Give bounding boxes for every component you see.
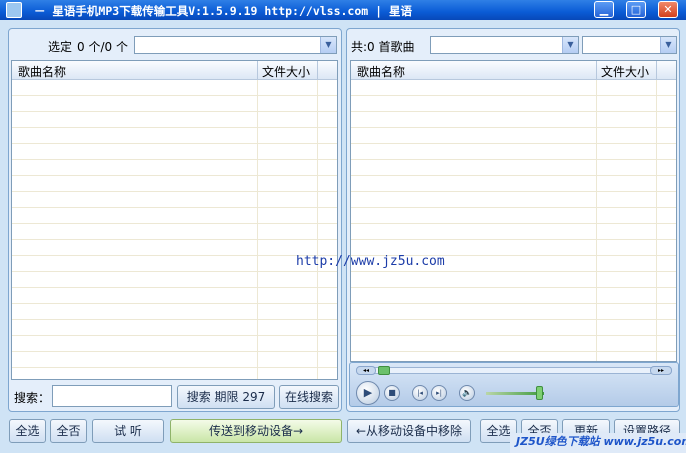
close-button[interactable]: ✕ bbox=[658, 1, 678, 18]
previous-track-icon[interactable]: |◂ bbox=[412, 385, 428, 401]
maximize-button[interactable]: □ bbox=[626, 1, 646, 18]
left-filter-dropdown[interactable]: ▼ bbox=[134, 36, 337, 54]
search-button[interactable]: 搜索 期限 297 bbox=[177, 385, 275, 409]
device-total-label: 共:0 首歌曲 bbox=[351, 40, 415, 54]
fast-forward-icon[interactable]: ▸▸ bbox=[650, 366, 672, 375]
device-list-rows[interactable] bbox=[351, 80, 676, 361]
select-none-button[interactable]: 全否 bbox=[50, 419, 87, 443]
device-list-header: 歌曲名称 文件大小 bbox=[351, 61, 676, 80]
media-player: ◂◂ ▸▸ ▶ ■ |◂ ▸| 🔈 bbox=[349, 362, 679, 407]
column-file-size[interactable]: 文件大小 bbox=[601, 63, 649, 80]
search-label: 搜索： bbox=[14, 391, 51, 405]
chevron-down-icon[interactable]: ▼ bbox=[562, 37, 578, 53]
local-list-header: 歌曲名称 文件大小 bbox=[12, 61, 337, 80]
brand-watermark: JZ5U绿色下载站 www.jz5u.com bbox=[510, 433, 686, 453]
device-dropdown[interactable]: ▼ bbox=[430, 36, 579, 54]
remove-from-device-button[interactable]: ←从移动设备中移除 bbox=[347, 419, 471, 443]
send-to-device-button[interactable]: 传送到移动设备→ bbox=[170, 419, 342, 443]
search-input[interactable] bbox=[52, 385, 172, 407]
device-song-list[interactable]: 歌曲名称 文件大小 bbox=[350, 60, 677, 362]
local-song-list[interactable]: 歌曲名称 文件大小 bbox=[11, 60, 338, 380]
selected-count: 0 个/0 个 bbox=[77, 40, 128, 54]
next-track-icon[interactable]: ▸| bbox=[431, 385, 447, 401]
minimize-button[interactable]: ▁ bbox=[594, 1, 614, 18]
seek-thumb[interactable] bbox=[378, 366, 390, 375]
window-title: － 星语手机MP3下载传输工具V:1.5.9.19 http://vlss.co… bbox=[34, 4, 412, 18]
title-bar[interactable]: － 星语手机MP3下载传输工具V:1.5.9.19 http://vlss.co… bbox=[0, 0, 686, 20]
column-song-name[interactable]: 歌曲名称 bbox=[357, 63, 405, 80]
local-list-rows[interactable] bbox=[12, 80, 337, 379]
play-icon[interactable]: ▶ bbox=[356, 381, 380, 405]
column-file-size[interactable]: 文件大小 bbox=[262, 63, 310, 80]
chevron-down-icon[interactable]: ▼ bbox=[320, 37, 336, 53]
volume-icon[interactable]: 🔈 bbox=[459, 385, 475, 401]
selected-label: 选定 bbox=[48, 40, 73, 54]
rewind-icon[interactable]: ◂◂ bbox=[356, 366, 376, 375]
seek-track[interactable] bbox=[356, 367, 672, 374]
app-music-icon bbox=[6, 2, 22, 18]
preview-button[interactable]: 试 听 bbox=[92, 419, 164, 443]
stop-icon[interactable]: ■ bbox=[384, 385, 400, 401]
volume-thumb[interactable] bbox=[536, 386, 543, 400]
site-watermark: http://www.jz5u.com bbox=[296, 254, 445, 269]
online-search-button[interactable]: 在线搜索 bbox=[279, 385, 339, 409]
device-folder-dropdown[interactable]: ▼ bbox=[582, 36, 677, 54]
select-all-button[interactable]: 全选 bbox=[9, 419, 46, 443]
column-song-name[interactable]: 歌曲名称 bbox=[18, 63, 66, 80]
chevron-down-icon[interactable]: ▼ bbox=[660, 37, 676, 53]
